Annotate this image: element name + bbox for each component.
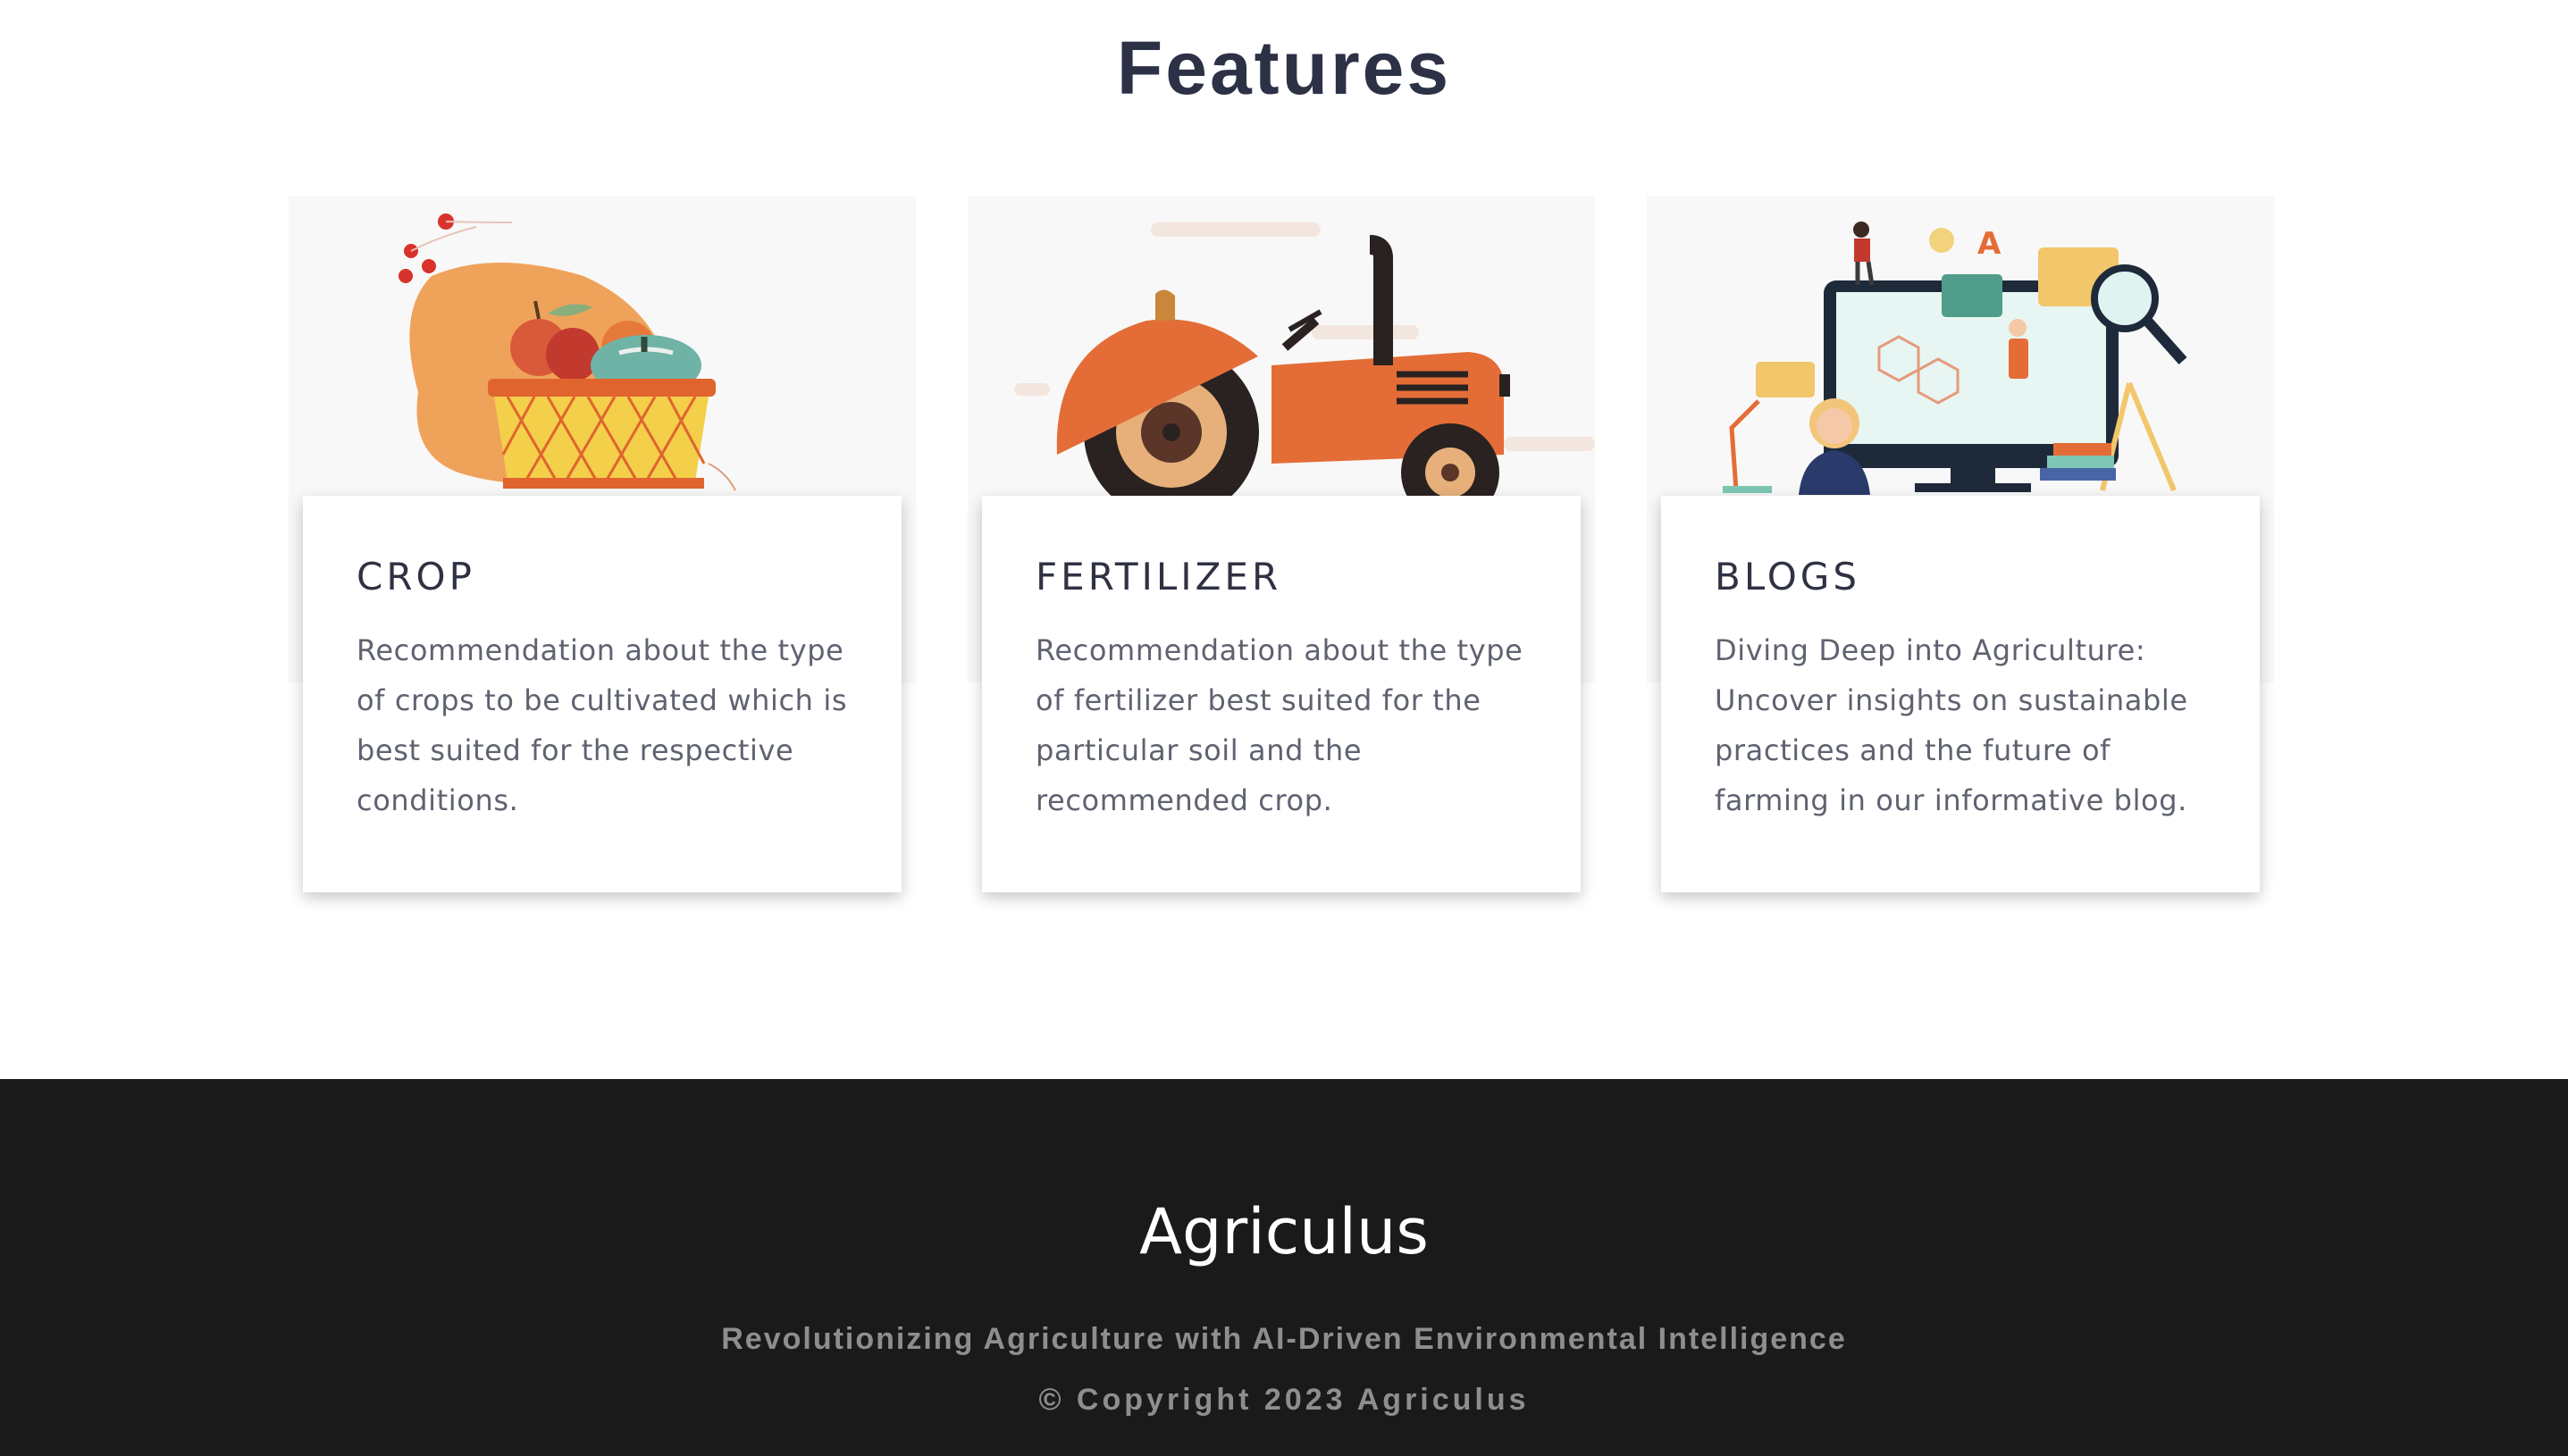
- card-description: Diving Deep into Agriculture: Uncover in…: [1715, 633, 2188, 817]
- card-title: BLOGS: [1715, 555, 1860, 598]
- card-title: FERTILIZER: [1036, 555, 1282, 598]
- svg-text:A: A: [1977, 226, 2002, 262]
- site-footer: Agriculus Revolutionizing Agriculture wi…: [0, 1079, 2568, 1456]
- feature-card-body: BLOGS Diving Deep into Agriculture: Unco…: [1661, 496, 2260, 892]
- footer-copyright: © Copyright 2023 Agriculus: [1038, 1383, 1530, 1417]
- card-description: Recommendation about the type of fertili…: [1036, 633, 1523, 817]
- feature-card-crop[interactable]: CROP Recommendation about the type of cr…: [289, 196, 916, 892]
- features-heading: Features: [1116, 26, 1452, 110]
- card-title: CROP: [357, 555, 475, 598]
- footer-tagline: Revolutionizing Agriculture with AI-Driv…: [721, 1322, 1847, 1356]
- feature-card-body: FERTILIZER Recommendation about the type…: [982, 496, 1581, 892]
- feature-card-blogs[interactable]: A BLOGS Diving Deep into Agriculture: Un…: [1647, 196, 2274, 892]
- card-description: Recommendation about the type of crops t…: [357, 633, 848, 817]
- feature-card-fertilizer[interactable]: FERTILIZER Recommendation about the type…: [968, 196, 1595, 892]
- feature-card-body: CROP Recommendation about the type of cr…: [303, 496, 902, 892]
- footer-brand: Agriculus: [1139, 1195, 1429, 1268]
